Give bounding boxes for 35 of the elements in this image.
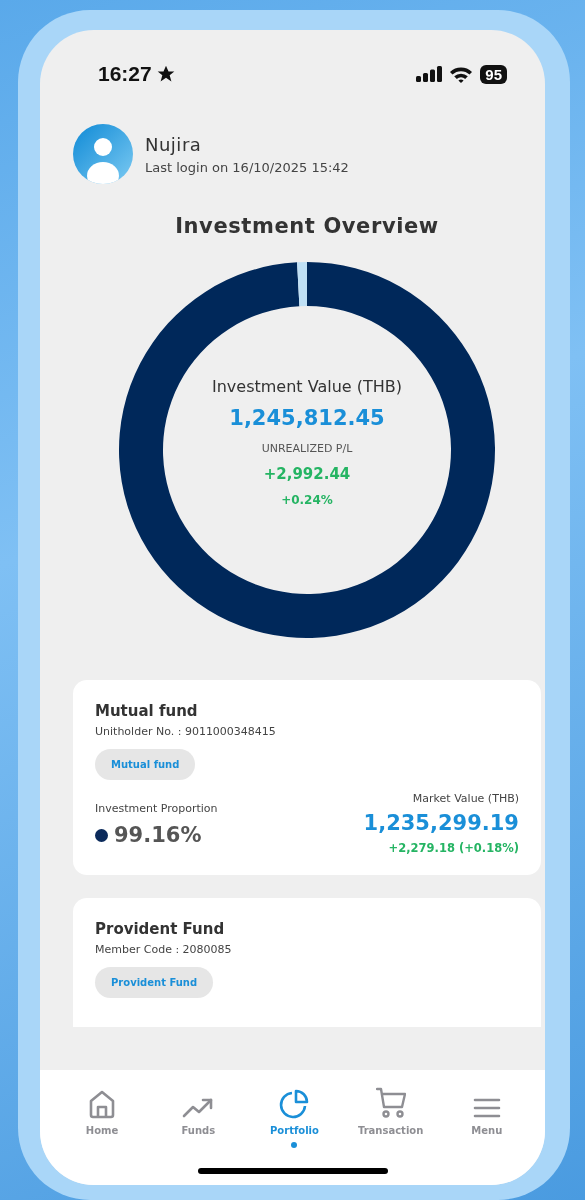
pl-amount: +2,992.44 bbox=[263, 465, 351, 483]
last-login-text: Last login on 16/10/2025 15:42 bbox=[145, 159, 349, 175]
wifi-icon bbox=[449, 65, 474, 83]
proportion-value: 99.16% bbox=[114, 823, 202, 847]
nav-tab[interactable]: Menu bbox=[442, 1084, 531, 1136]
signal-icon bbox=[416, 66, 443, 82]
pl-label: UNREALIZED P/L bbox=[261, 442, 353, 455]
overview-title: Investment Overview bbox=[175, 214, 439, 238]
value-label: Investment Value (THB) bbox=[212, 377, 402, 396]
account-number: Unitholder No. : 9011000348415 bbox=[95, 725, 276, 738]
fund-type-tag[interactable]: Mutual fund bbox=[95, 749, 196, 780]
trend-up-icon bbox=[182, 1097, 215, 1119]
avatar-icon bbox=[73, 124, 133, 184]
market-value-label: Market Value (THB) bbox=[412, 792, 519, 805]
fund-title: Provident Fund bbox=[95, 920, 225, 938]
market-value: 1,235,299.19 bbox=[363, 811, 519, 835]
user-name: Nujira bbox=[145, 133, 203, 155]
nav-tab[interactable]: Transaction bbox=[346, 1084, 435, 1136]
pie-chart-icon bbox=[279, 1089, 310, 1119]
nav-tab[interactable]: Portfolio bbox=[250, 1084, 339, 1136]
menu-icon bbox=[472, 1097, 501, 1119]
active-indicator-dot bbox=[291, 1142, 298, 1148]
pl-percent: +0.24% bbox=[281, 493, 333, 507]
value-change: +2,279.18 (+0.18%) bbox=[388, 841, 519, 855]
account-number: Member Code : 2080085 bbox=[95, 943, 232, 956]
cart-icon bbox=[375, 1087, 406, 1119]
home-icon bbox=[88, 1089, 117, 1119]
fund-title: Mutual fund bbox=[95, 702, 198, 720]
proportion-label: Investment Proportion bbox=[95, 802, 218, 815]
nav-tab[interactable]: Home bbox=[58, 1084, 147, 1136]
fund-type-tag[interactable]: Provident Fund bbox=[95, 967, 214, 998]
battery-level: 95 bbox=[480, 64, 507, 84]
status-time: 16:27 bbox=[98, 62, 152, 86]
investment-value: 1,245,812.45 bbox=[229, 406, 385, 430]
nav-tab[interactable]: Funds bbox=[154, 1084, 243, 1136]
